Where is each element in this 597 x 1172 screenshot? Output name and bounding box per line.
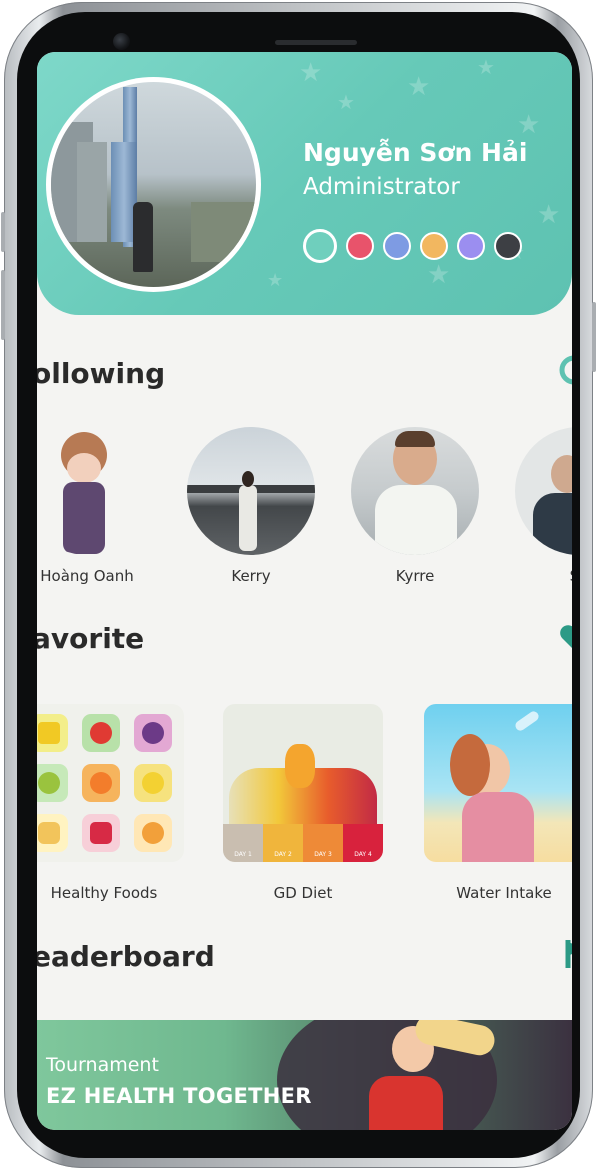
favorite-label: Healthy Foods [50,884,158,902]
profile-header: ★ ★ ★ ★ ★ ★ ★ ★ ★ Nguyễn Sơn Hải Adminis [37,52,572,315]
gd-diet-day-1: DAY 1 [234,851,252,858]
heart-icon[interactable] [548,618,572,654]
star-icon: ★ [407,72,431,102]
gd-diet-day-4: DAY 4 [354,851,372,858]
power-button [592,302,596,372]
healthy-foods-image [37,704,184,862]
favorite-item[interactable]: Water Intake [424,704,572,902]
banner-title: EZ HEALTH TOGETHER [46,1084,312,1108]
star-icon: ★ [427,260,451,290]
leaderboard-banner[interactable]: Tournament EZ HEALTH TOGETHER [37,1020,572,1130]
favorite-label: GD Diet [273,884,333,902]
following-person[interactable]: Kerry [187,427,315,585]
following-person[interactable]: Hoàng Oanh [37,427,151,585]
camera-icon [113,33,130,50]
avatar [37,427,151,555]
avatar [187,427,315,555]
gd-diet-day-2: DAY 2 [274,851,292,858]
following-name: Sa [515,567,572,585]
favorite-item[interactable]: DAY 1 DAY 2 DAY 3 DAY 4 GD Diet [223,704,383,902]
following-person[interactable]: Sa [515,427,572,585]
volume-button [1,270,5,340]
banner-subtitle: Tournament [46,1054,159,1076]
following-name: Hoàng Oanh [40,567,134,585]
following-name: Kyrre [395,567,435,585]
star-icon: ★ [517,110,541,140]
following-person[interactable]: Kyrre [351,427,479,585]
star-icon: ★ [267,270,284,291]
water-intake-image [424,704,572,862]
profile-avatar[interactable] [46,77,261,292]
app-screen: ★ ★ ★ ★ ★ ★ ★ ★ ★ Nguyễn Sơn Hải Adminis [37,52,572,1130]
star-icon: ★ [299,58,323,88]
theme-swatch-orange[interactable] [420,232,448,260]
favorite-item[interactable]: Healthy Foods [37,704,184,902]
theme-swatch-teal[interactable] [303,229,337,263]
theme-swatch-blue[interactable] [383,232,411,260]
following-title: ollowing [37,357,166,390]
theme-swatch-red[interactable] [346,232,374,260]
theme-color-picker [303,229,522,263]
volume-button [1,212,5,252]
profile-role: Administrator [303,174,460,200]
star-icon: ★ [537,200,561,230]
gd-diet-day-3: DAY 3 [314,851,332,858]
star-icon: ★ [477,55,495,79]
star-icon: ★ [337,90,355,114]
theme-swatch-dark[interactable] [494,232,522,260]
leaderboard-title: eaderboard [37,940,215,973]
theme-swatch-purple[interactable] [457,232,485,260]
avatar [515,427,572,555]
avatar [351,427,479,555]
gd-diet-image: DAY 1 DAY 2 DAY 3 DAY 4 [223,704,383,862]
speaker-grille [275,40,357,45]
phone-frame: ★ ★ ★ ★ ★ ★ ★ ★ ★ Nguyễn Sơn Hải Adminis [1,2,596,1168]
favorite-title: avorite [37,622,145,655]
flag-icon[interactable] [548,936,572,972]
profile-name: Nguyễn Sơn Hải [303,138,528,167]
profile-photo [51,82,256,287]
following-name: Kerry [231,567,271,585]
favorite-label: Water Intake [456,884,552,902]
following-action-icon[interactable] [548,352,572,388]
